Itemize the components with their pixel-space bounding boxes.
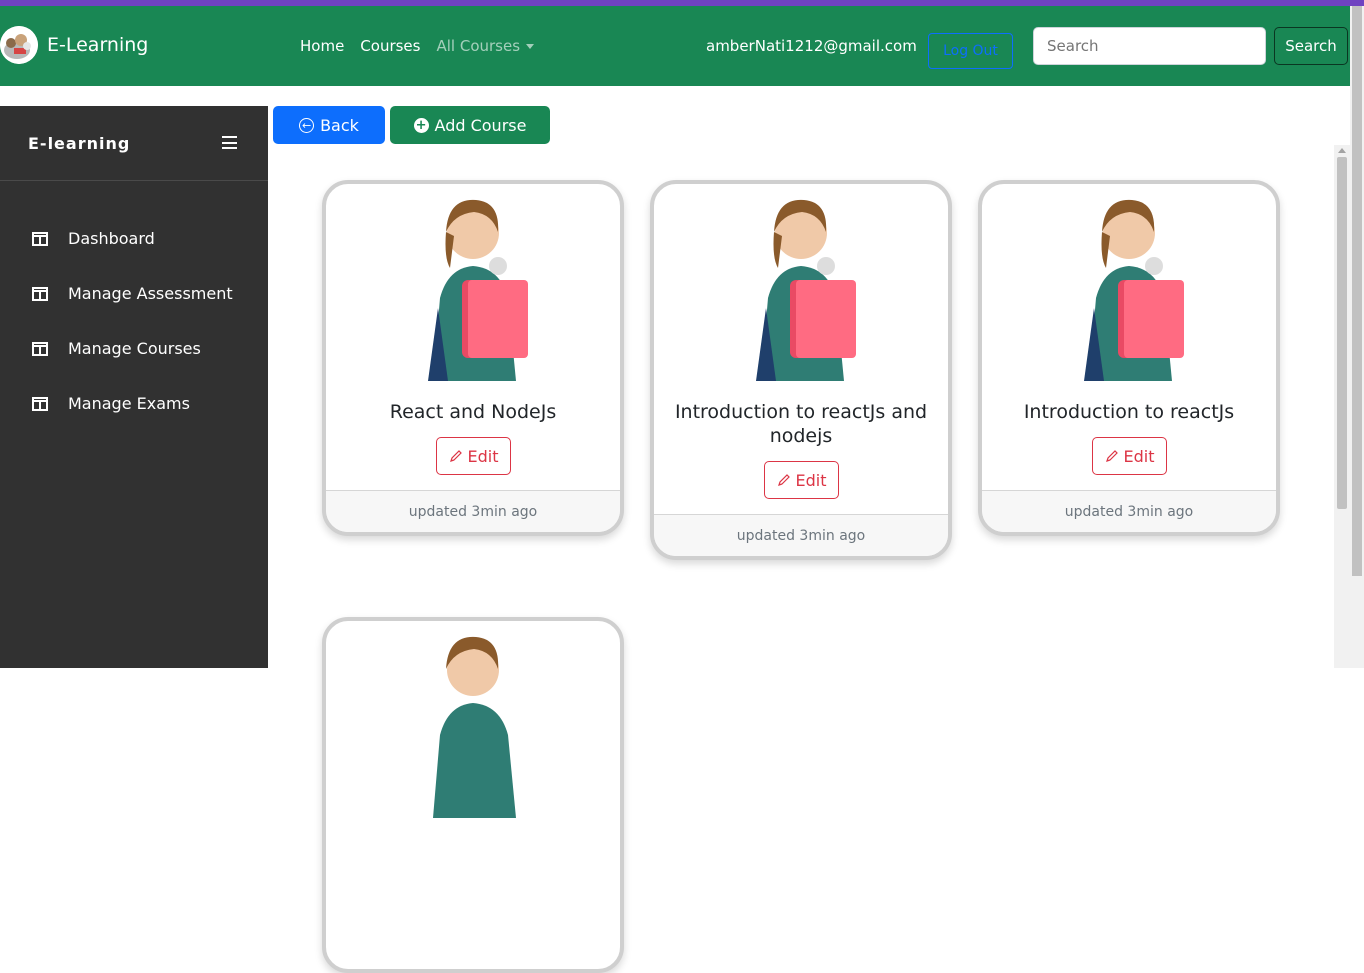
edit-course-button[interactable]: Edit <box>1092 437 1167 475</box>
scroll-up-icon[interactable] <box>1338 148 1346 153</box>
pencil-icon <box>449 450 462 462</box>
user-email: amberNati1212@gmail.com <box>706 37 917 55</box>
logout-button[interactable]: Log Out <box>928 33 1013 69</box>
pencil-icon <box>1105 450 1118 462</box>
sidebar-item-label: Dashboard <box>68 229 155 248</box>
course-title: Introduction to reactJs and nodejs <box>674 401 928 447</box>
sidebar-item-manage-exams[interactable]: Manage Exams <box>32 394 190 413</box>
course-image <box>388 188 558 381</box>
course-title: Introduction to reactJs <box>1023 401 1235 423</box>
sidebar-item-label: Manage Assessment <box>68 284 233 303</box>
layout-icon <box>32 286 48 301</box>
back-button-label: Back <box>320 115 359 135</box>
search-input[interactable] <box>1033 27 1266 65</box>
layout-icon <box>32 341 48 356</box>
card-footer: updated 3min ago <box>982 490 1276 532</box>
back-button[interactable]: ← Back <box>273 106 385 144</box>
edit-label: Edit <box>1123 446 1155 466</box>
add-course-button-label: Add Course <box>434 115 527 135</box>
sidebar-item-label: Manage Courses <box>68 339 201 358</box>
nav-all-courses-label: All Courses <box>436 37 521 55</box>
nav-all-courses-dropdown[interactable]: All Courses <box>436 37 535 55</box>
pencil-icon <box>777 474 790 486</box>
nav-courses-link[interactable]: Courses <box>360 37 420 55</box>
course-image <box>388 625 558 818</box>
nav-links: Home Courses All Courses <box>300 37 535 55</box>
brand-logo <box>0 26 38 64</box>
plus-circle-icon: + <box>413 117 429 133</box>
hamburger-menu-icon[interactable] <box>222 136 237 149</box>
chevron-down-icon <box>526 44 535 49</box>
arrow-left-circle-icon: ← <box>299 117 315 133</box>
layout-icon <box>32 231 48 246</box>
sidebar-item-manage-assessment[interactable]: Manage Assessment <box>32 284 233 303</box>
sidebar-header: E-learning <box>0 106 268 181</box>
page-scrollbar-thumb[interactable] <box>1352 6 1362 576</box>
edit-label: Edit <box>795 470 827 490</box>
layout-icon <box>32 396 48 411</box>
edit-course-button[interactable]: Edit <box>436 437 511 475</box>
sidebar-item-label: Manage Exams <box>68 394 190 413</box>
top-navbar: E-Learning Home Courses All Courses ambe… <box>0 6 1350 86</box>
page-scrollbar[interactable] <box>1350 6 1364 668</box>
course-image <box>1044 188 1214 381</box>
edit-label: Edit <box>467 446 499 466</box>
sidebar: E-learning Dashboard Manage Assessment M… <box>0 106 268 668</box>
edit-course-button[interactable]: Edit <box>764 461 839 499</box>
course-card <box>322 617 624 973</box>
brand-title: E-Learning <box>47 34 149 56</box>
sidebar-title: E-learning <box>28 134 131 153</box>
course-card: React and NodeJs Edit updated 3min ago <box>322 180 624 536</box>
scrollbar-thumb[interactable] <box>1337 157 1347 509</box>
card-footer: updated 3min ago <box>654 514 948 556</box>
brand[interactable]: E-Learning <box>0 26 148 64</box>
sidebar-item-dashboard[interactable]: Dashboard <box>32 229 155 248</box>
course-card: Introduction to reactJs and nodejs Edit … <box>650 180 952 560</box>
nav-home-link[interactable]: Home <box>300 37 344 55</box>
sidebar-item-manage-courses[interactable]: Manage Courses <box>32 339 201 358</box>
search-button[interactable]: Search <box>1274 27 1348 65</box>
content-scrollbar[interactable] <box>1334 145 1350 668</box>
course-title: React and NodeJs <box>389 401 557 423</box>
course-image <box>716 188 886 381</box>
course-card: Introduction to reactJs Edit updated 3mi… <box>978 180 1280 536</box>
add-course-button[interactable]: + Add Course <box>390 106 550 144</box>
card-footer: updated 3min ago <box>326 490 620 532</box>
